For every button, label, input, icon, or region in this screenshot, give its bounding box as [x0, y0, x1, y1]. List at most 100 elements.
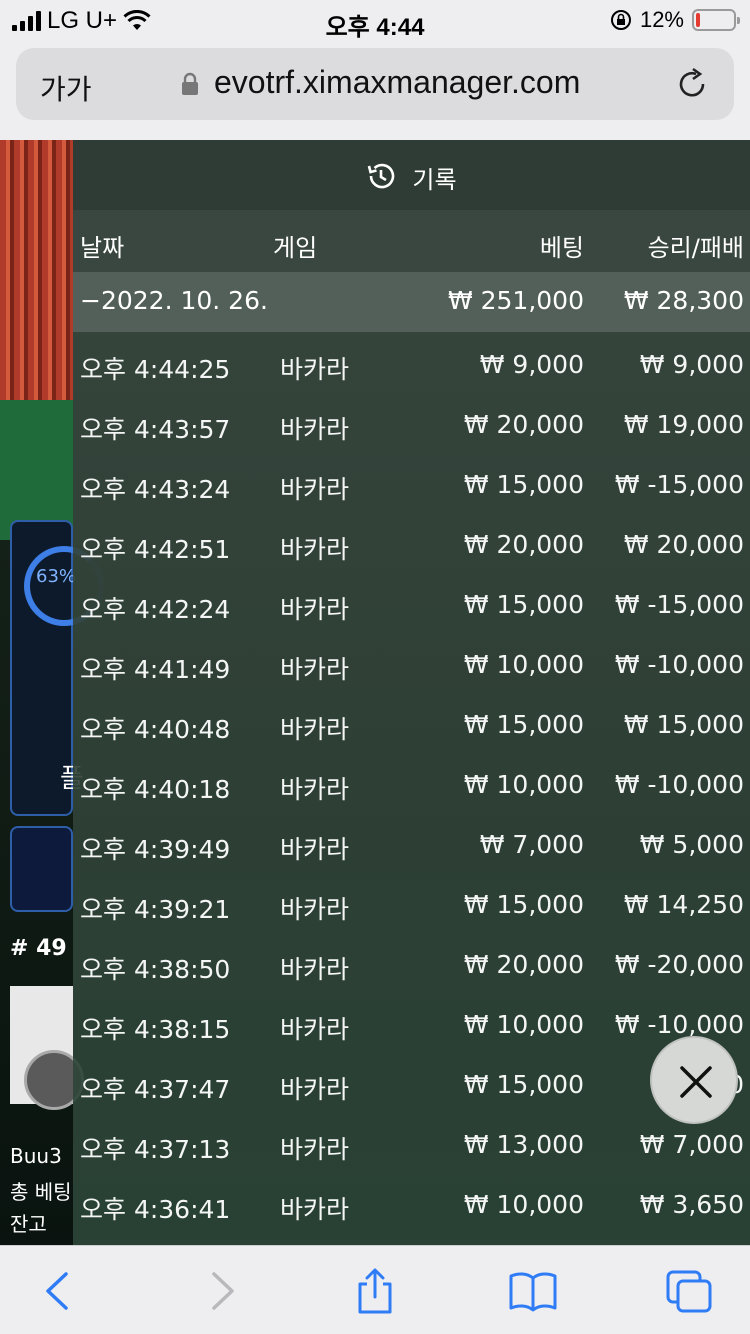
orientation-lock-icon [610, 10, 631, 30]
row-winloss: ₩ 20,000 [623, 530, 744, 559]
share-icon[interactable] [350, 1268, 400, 1314]
row-time: 오후 4:39:21 [80, 895, 231, 924]
row-time: 오후 4:43:24 [80, 475, 231, 504]
row-bet: ₩ 20,000 [463, 410, 584, 439]
row-bet: ₩ 15,000 [463, 890, 584, 919]
row-bet: ₩ 13,000 [463, 1130, 584, 1159]
battery-icon [692, 9, 740, 31]
row-winloss: ₩ -15,000 [614, 470, 744, 499]
row-winloss: ₩ -10,000 [614, 650, 744, 679]
history-header: 기록 [73, 140, 750, 210]
history-row[interactable]: 오후 4:43:57 바카라 ₩ 20,000 ₩ 19,000 [73, 392, 750, 452]
row-winloss: ₩ -15,000 [614, 590, 744, 619]
row-winloss: ₩ 19,000 [623, 410, 744, 439]
row-winloss: ₩ 7,000 [639, 1130, 744, 1159]
row-winloss: ₩ 3,650 [639, 1190, 744, 1219]
row-game: 바카라 [280, 595, 350, 624]
history-row[interactable]: 오후 4:36:41 바카라 ₩ 10,000 ₩ 3,650 [73, 1172, 750, 1232]
history-row[interactable]: 오후 4:42:24 바카라 ₩ 15,000 ₩ -15,000 [73, 572, 750, 632]
row-time: 오후 4:39:49 [80, 835, 231, 864]
row-winloss: ₩ 9,000 [639, 350, 744, 379]
day-summary-row[interactable]: −2022. 10. 26. ₩ 251,000 ₩ 28,300 [73, 272, 750, 332]
history-row[interactable]: 오후 4:37:13 바카라 ₩ 13,000 ₩ 7,000 [73, 1112, 750, 1172]
row-time: 오후 4:42:51 [80, 535, 231, 564]
row-time: 오후 4:40:18 [80, 775, 231, 804]
row-time: 오후 4:41:49 [80, 655, 231, 684]
column-date: 날짜 [80, 234, 125, 262]
row-game: 바카라 [280, 355, 350, 384]
player-name: Buu3 [10, 1144, 62, 1168]
row-bet: ₩ 15,000 [463, 1070, 584, 1099]
row-winloss: ₩ -10,000 [614, 1010, 744, 1039]
column-winloss: 승리/패배 [647, 234, 744, 262]
row-time: 오후 4:37:13 [80, 1135, 231, 1164]
row-game: 바카라 [280, 475, 350, 504]
statistics-panel[interactable]: 63% 플 [10, 520, 104, 816]
status-right: 12% [610, 7, 740, 33]
tabs-icon[interactable] [664, 1268, 714, 1314]
battery-percent: 12% [639, 7, 684, 32]
row-winloss: ₩ 14,250 [623, 890, 744, 919]
round-number: # 49 [10, 936, 67, 961]
row-game: 바카라 [280, 1195, 350, 1224]
day-date: −2022. 10. 26. [80, 286, 268, 315]
row-bet: ₩ 10,000 [463, 1010, 584, 1039]
total-bet-label: 총 베팅 [10, 1180, 72, 1204]
row-bet: ₩ 15,000 [463, 470, 584, 499]
row-game: 바카라 [280, 835, 350, 864]
close-button[interactable] [650, 1036, 738, 1124]
url-text[interactable]: evotrf.ximaxmanager.com [214, 64, 580, 101]
history-row[interactable]: 오후 4:39:49 바카라 ₩ 7,000 ₩ 5,000 [73, 812, 750, 872]
history-row[interactable]: 오후 4:42:51 바카라 ₩ 20,000 ₩ 20,000 [73, 512, 750, 572]
history-title: 기록 [412, 166, 457, 194]
browser-top-bar: 가가 evotrf.ximaxmanager.com [0, 40, 750, 140]
history-row[interactable]: 오후 4:40:48 바카라 ₩ 15,000 ₩ 15,000 [73, 692, 750, 752]
row-bet: ₩ 9,000 [479, 350, 584, 379]
row-time: 오후 4:43:57 [80, 415, 231, 444]
bookmarks-icon[interactable] [508, 1268, 558, 1314]
row-game: 바카라 [280, 775, 350, 804]
dealer-curtain [0, 140, 73, 440]
history-row[interactable]: 오후 4:39:21 바카라 ₩ 15,000 ₩ 14,250 [73, 872, 750, 932]
row-bet: ₩ 20,000 [463, 530, 584, 559]
bet-spot-panel[interactable] [10, 826, 73, 912]
row-winloss: ₩ 15,000 [623, 710, 744, 739]
progress-text: 63% [36, 566, 77, 587]
column-game: 게임 [273, 234, 318, 262]
day-bet-total: ₩ 251,000 [447, 286, 584, 315]
history-panel: 기록 날짜 게임 베팅 승리/패배 −2022. 10. 26. ₩ 251,0… [73, 140, 750, 1245]
address-bar[interactable]: 가가 evotrf.ximaxmanager.com [16, 48, 734, 120]
row-time: 오후 4:44:25 [80, 355, 231, 384]
reload-icon[interactable] [674, 66, 710, 102]
row-time: 오후 4:38:15 [80, 1015, 231, 1044]
row-game: 바카라 [280, 535, 350, 564]
row-bet: ₩ 20,000 [463, 950, 584, 979]
history-row[interactable]: 오후 4:44:25 바카라 ₩ 9,000 ₩ 9,000 [73, 332, 750, 392]
column-bet: 베팅 [539, 234, 584, 262]
history-row[interactable]: 오후 4:37:47바카라₩ 15,000₩ 0 [73, 1052, 750, 1112]
row-game: 바카라 [280, 655, 350, 684]
history-row[interactable]: 오후 4:38:15 바카라 ₩ 10,000 ₩ -10,000 [73, 992, 750, 1052]
history-row[interactable]: 오후 4:43:24 바카라 ₩ 15,000 ₩ -15,000 [73, 452, 750, 512]
history-row[interactable]: 오후 4:41:49 바카라 ₩ 10,000 ₩ -10,000 [73, 632, 750, 692]
browser-toolbar [0, 1245, 750, 1334]
row-game: 바카라 [280, 955, 350, 984]
row-time: 오후 4:37:47 [80, 1075, 231, 1104]
row-bet: ₩ 7,000 [479, 830, 584, 859]
history-row[interactable]: 오후 4:40:18 바카라 ₩ 10,000 ₩ -10,000 [73, 752, 750, 812]
row-time: 오후 4:36:41 [80, 1195, 231, 1224]
back-icon[interactable] [34, 1268, 84, 1314]
battery-level [696, 13, 700, 27]
history-column-headers: 날짜 게임 베팅 승리/패배 [73, 210, 750, 272]
text-size-button[interactable]: 가가 [40, 68, 92, 108]
row-game: 바카라 [280, 715, 350, 744]
history-rows: 오후 4:44:25 바카라 ₩ 9,000 ₩ 9,000 오후 4:43:57 바카라… [73, 332, 750, 1232]
row-game: 바카라 [280, 1075, 350, 1104]
table-felt [0, 400, 73, 540]
forward-icon[interactable] [196, 1268, 246, 1314]
row-game: 바카라 [280, 1135, 350, 1164]
history-row[interactable]: 오후 4:38:50 바카라 ₩ 20,000 ₩ -20,000 [73, 932, 750, 992]
row-bet: ₩ 10,000 [463, 1190, 584, 1219]
row-bet: ₩ 10,000 [463, 770, 584, 799]
close-icon [680, 1066, 712, 1098]
